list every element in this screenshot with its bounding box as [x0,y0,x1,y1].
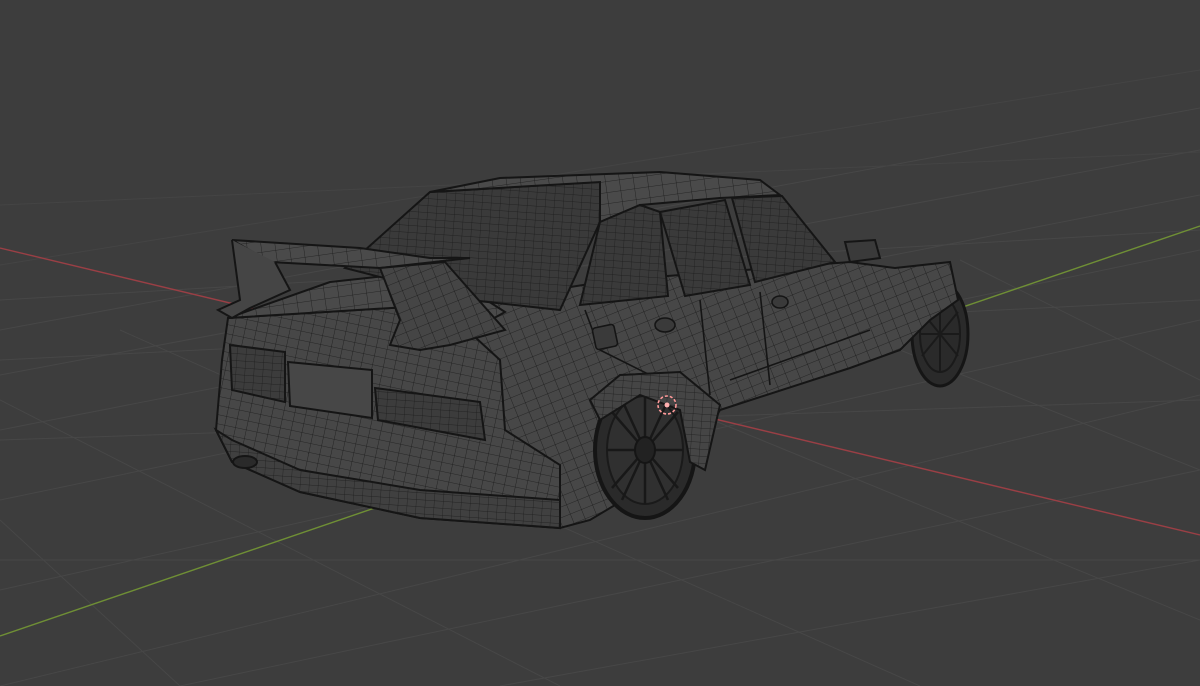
car-mesh[interactable] [213,170,970,530]
car-mirror [843,238,882,264]
door-handle-front [771,295,789,309]
viewport-scene[interactable] [0,0,1200,686]
exhaust-pipe [232,455,258,469]
door-handle-rear [654,317,676,333]
fuel-cap [591,323,619,351]
3d-viewport[interactable] [0,0,1200,686]
